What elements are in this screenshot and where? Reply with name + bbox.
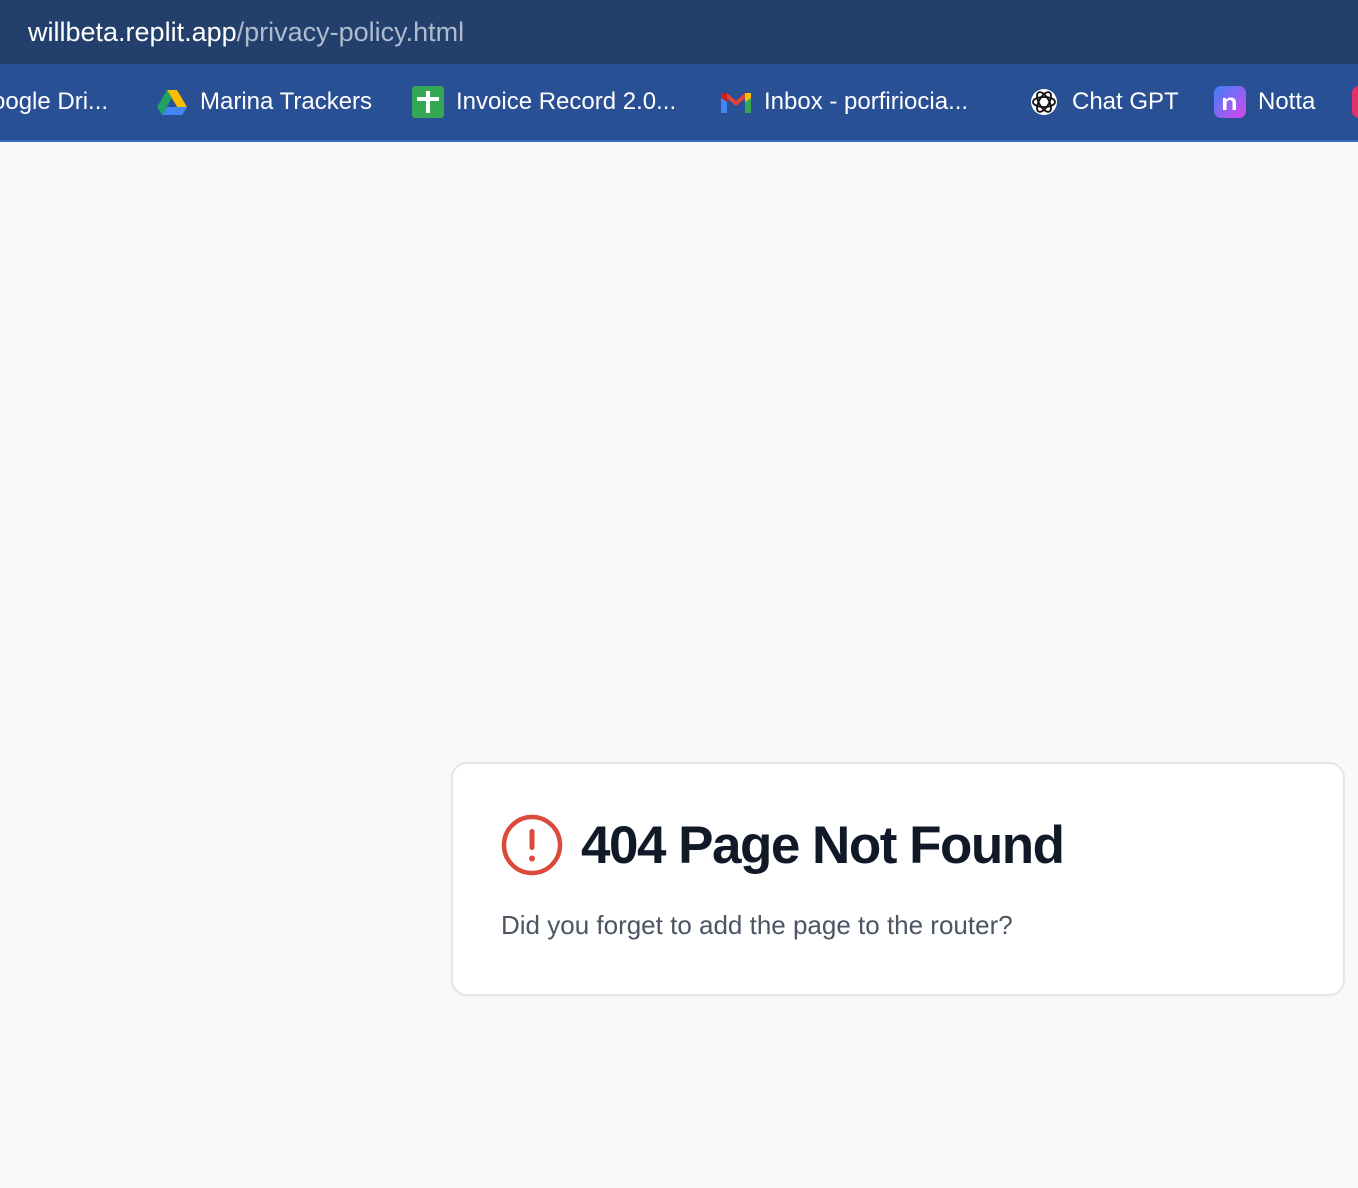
gmail-icon [720, 86, 752, 118]
openai-icon [1028, 86, 1060, 118]
bookmark-chat-gpt[interactable]: Chat GPT [1028, 64, 1179, 140]
url-path: /privacy-policy.html [236, 16, 465, 47]
notta-icon [1214, 86, 1246, 118]
not-found-card: 404 Page Not Found Did you forget to add… [451, 762, 1345, 996]
url-host: willbeta.replit.app [28, 16, 237, 47]
bookmark-marina-trackers[interactable]: Marina Trackers [156, 64, 372, 140]
bookmark-inbox[interactable]: Inbox - porfiriocia... [720, 64, 968, 140]
bookmark-label: Invoice Record 2.0... [456, 88, 677, 115]
bookmark-notta[interactable]: Notta [1214, 64, 1315, 140]
alert-circle-icon [501, 814, 563, 876]
page-content: 404 Page Not Found Did you forget to add… [0, 142, 1358, 1188]
bookmark-label: Notta [1258, 88, 1316, 115]
card-header: 404 Page Not Found [501, 812, 1065, 878]
address-bar[interactable]: willbeta.replit.app/privacy-policy.html [0, 0, 1358, 64]
google-drive-icon [156, 86, 188, 118]
bookmark-label: Marina Trackers [200, 88, 373, 115]
bookmark-overflow-icon [1352, 86, 1358, 118]
bookmarks-bar: oogle Dri... Marina Trackers Invoice Rec… [0, 64, 1358, 142]
page-title: 404 Page Not Found [581, 815, 1065, 875]
bookmark-label: oogle Dri... [0, 88, 109, 115]
bookmark-label: Chat GPT [1072, 88, 1179, 115]
bookmark-overflow[interactable] [1352, 64, 1358, 140]
bookmark-google-drive[interactable]: oogle Dri... [0, 64, 108, 140]
bookmark-invoice-record[interactable]: Invoice Record 2.0... [412, 64, 676, 140]
google-sheets-icon [412, 86, 444, 118]
bookmark-label: Inbox - porfiriocia... [764, 88, 969, 115]
error-description: Did you forget to add the page to the ro… [501, 910, 1013, 940]
